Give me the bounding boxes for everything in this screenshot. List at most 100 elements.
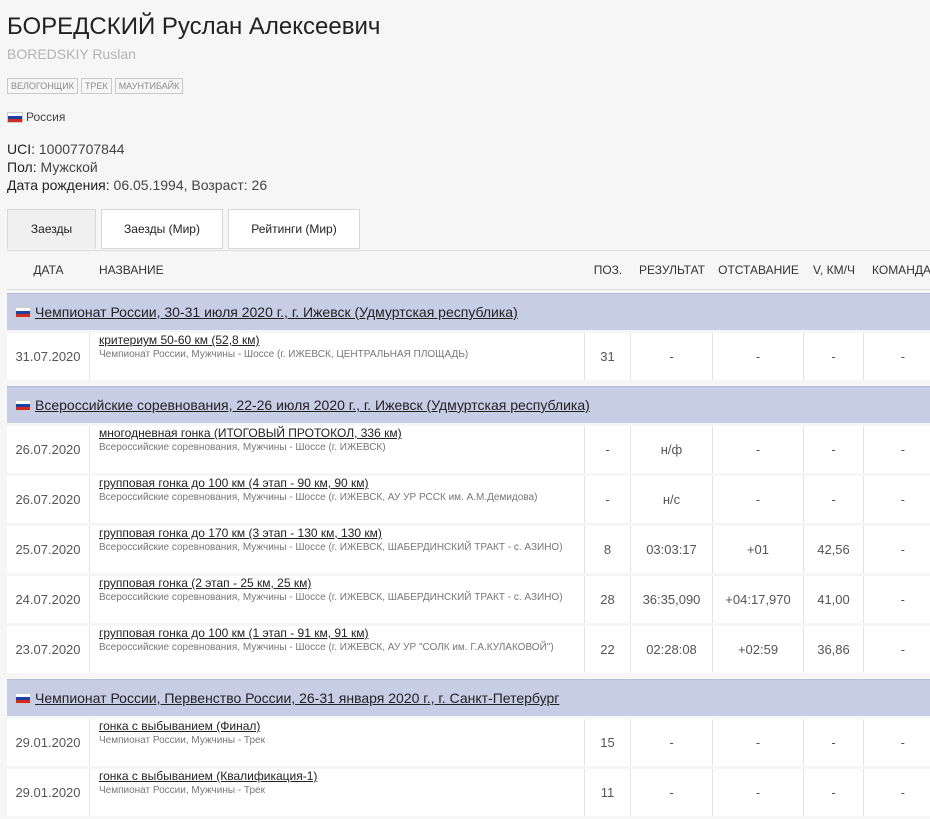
cell-date: 29.01.2020 bbox=[7, 719, 90, 766]
cell-result: 02:28:08 bbox=[631, 626, 713, 673]
cell-result: - bbox=[631, 333, 713, 380]
tab-races-world[interactable]: Заезды (Мир) bbox=[101, 209, 223, 249]
cell-speed: 42,56 bbox=[804, 526, 864, 573]
birth-label: Дата рождения: bbox=[7, 177, 110, 193]
competition-header: Чемпионат России, 30-31 июля 2020 г., г.… bbox=[7, 293, 930, 330]
cell-speed: - bbox=[804, 333, 864, 380]
cell-name: многодневная гонка (ИТОГОВЫЙ ПРОТОКОЛ, 3… bbox=[90, 426, 585, 473]
race-link[interactable]: гонка с выбыванием (Финал) bbox=[99, 719, 260, 733]
cell-date: 24.07.2020 bbox=[7, 576, 90, 623]
table-row: 31.07.2020 критериум 50-60 км (52,8 км) Че… bbox=[7, 333, 930, 383]
race-link[interactable]: гонка с выбыванием (Квалификация-1) bbox=[99, 769, 317, 783]
athlete-name: БОРЕДСКИЙ Руслан Алексеевич bbox=[7, 13, 381, 40]
competition-header: Чемпионат России, Первенство России, 26-… bbox=[7, 679, 930, 716]
competition-link[interactable]: Чемпионат России, Первенство России, 26-… bbox=[35, 690, 559, 706]
cell-date: 26.07.2020 bbox=[7, 476, 90, 523]
cell-gap: - bbox=[713, 476, 804, 523]
race-link[interactable]: групповая гонка до 170 км (3 этап - 130 … bbox=[99, 526, 382, 540]
cell-team: - bbox=[900, 642, 905, 657]
country: Россия bbox=[7, 110, 65, 124]
gender-info: Пол: Мужской bbox=[7, 159, 98, 175]
table-row: 26.07.2020 групповая гонка до 100 км (4 э… bbox=[7, 476, 930, 526]
cell-date: 26.07.2020 bbox=[7, 426, 90, 473]
cell-gap: +02:59 bbox=[713, 626, 804, 673]
race-link[interactable]: групповая гонка (2 этап - 25 км, 25 км) bbox=[99, 576, 311, 590]
cell-team: - bbox=[900, 785, 905, 800]
cell-name: критериум 50-60 км (52,8 км) Чемпионат Ро… bbox=[90, 333, 585, 380]
cell-gap: - bbox=[713, 426, 804, 473]
cell-result: 36:35,090 bbox=[631, 576, 713, 623]
cell-name: групповая гонка до 100 км (1 этап - 91 к… bbox=[90, 626, 585, 673]
cell-gap: +04:17,970 bbox=[713, 576, 804, 623]
competition-link[interactable]: Всероссийские соревнования, 22-26 июля 2… bbox=[35, 397, 590, 413]
table-row: 26.07.2020 многодневная гонка (ИТОГОВЫЙ П… bbox=[7, 426, 930, 476]
tag-track[interactable]: ТРЕК bbox=[80, 78, 112, 94]
header-name[interactable]: НАЗВАНИЕ bbox=[90, 263, 585, 277]
cell-team: - bbox=[900, 542, 905, 557]
cell-pos: 28 bbox=[585, 576, 631, 623]
birth-value: 06.05.1994, Возраст: 26 bbox=[113, 177, 268, 193]
cell-name: групповая гонка до 100 км (4 этап - 90 к… bbox=[90, 476, 585, 523]
cell-name: групповая гонка (2 этап - 25 км, 25 км) В… bbox=[90, 576, 585, 623]
table-row: 24.07.2020 групповая гонка (2 этап - 25 к… bbox=[7, 576, 930, 626]
cell-team: - bbox=[900, 592, 905, 607]
cell-speed: - bbox=[804, 426, 864, 473]
race-details: Всероссийские соревнования, Мужчины - Шо… bbox=[99, 642, 554, 653]
cell-speed: - bbox=[804, 476, 864, 523]
cell-name: групповая гонка до 170 км (3 этап - 130 … bbox=[90, 526, 585, 573]
header-team[interactable]: КОМАНДА bbox=[864, 263, 930, 277]
cell-date: 31.07.2020 bbox=[7, 333, 90, 380]
race-details: Чемпионат России, Мужчины - Шоссе (г. ИЖ… bbox=[99, 349, 469, 360]
cell-name: гонка с выбыванием (Финал) Чемпионат Росс… bbox=[90, 719, 585, 766]
uci-info: UCI: 10007707844 bbox=[7, 141, 125, 157]
tag-mtb[interactable]: МАУНТИБАЙК bbox=[114, 78, 184, 94]
uci-label: UCI: bbox=[7, 141, 35, 157]
table-header: ДАТА НАЗВАНИЕ ПОЗ. РЕЗУЛЬТАТ ОТСТАВАНИЕ … bbox=[7, 251, 930, 290]
birth-info: Дата рождения: 06.05.1994, Возраст: 26 bbox=[7, 177, 267, 193]
header-speed[interactable]: V, КМ/Ч bbox=[804, 263, 864, 277]
header-date[interactable]: ДАТА bbox=[7, 263, 90, 277]
cell-pos: 31 bbox=[585, 333, 631, 380]
cell-result: н/с bbox=[631, 476, 713, 523]
russia-flag-icon bbox=[15, 306, 31, 318]
country-label: Россия bbox=[26, 110, 66, 124]
cell-speed: - bbox=[804, 769, 864, 816]
cell-speed: - bbox=[804, 719, 864, 766]
header-pos[interactable]: ПОЗ. bbox=[585, 263, 631, 277]
results-body: Чемпионат России, 30-31 июля 2020 г., г.… bbox=[7, 293, 930, 819]
cell-date: 29.01.2020 bbox=[7, 769, 90, 816]
gender-value: Мужской bbox=[40, 159, 98, 175]
cell-result: 03:03:17 bbox=[631, 526, 713, 573]
tab-ratings-world[interactable]: Рейтинги (Мир) bbox=[228, 209, 360, 249]
gender-label: Пол: bbox=[7, 159, 37, 175]
cell-result: - bbox=[631, 769, 713, 816]
cell-result: н/ф bbox=[631, 426, 713, 473]
race-link[interactable]: критериум 50-60 км (52,8 км) bbox=[99, 333, 260, 347]
cell-result: - bbox=[631, 719, 713, 766]
competition-header: Всероссийские соревнования, 22-26 июля 2… bbox=[7, 386, 930, 423]
tab-races[interactable]: Заезды bbox=[7, 209, 96, 249]
table-row: 29.01.2020 гонка с выбыванием (Финал) Чемп… bbox=[7, 719, 930, 769]
russia-flag-icon bbox=[15, 692, 31, 704]
cell-pos: 15 bbox=[585, 719, 631, 766]
cell-pos: 22 bbox=[585, 626, 631, 673]
race-link[interactable]: групповая гонка до 100 км (4 этап - 90 к… bbox=[99, 476, 369, 490]
race-details: Всероссийские соревнования, Мужчины - Шо… bbox=[99, 592, 563, 603]
header-gap[interactable]: ОТСТАВАНИЕ bbox=[713, 263, 804, 277]
competition-link[interactable]: Чемпионат России, 30-31 июля 2020 г., г.… bbox=[35, 304, 518, 320]
header-result[interactable]: РЕЗУЛЬТАТ bbox=[631, 263, 713, 277]
cell-date: 25.07.2020 bbox=[7, 526, 90, 573]
race-details: Чемпионат России, Мужчины - Трек bbox=[99, 735, 265, 746]
russia-flag-icon bbox=[15, 399, 31, 411]
cell-pos: - bbox=[585, 426, 631, 473]
cell-gap: - bbox=[713, 769, 804, 816]
tag-cyclist[interactable]: ВЕЛОГОНЩИК bbox=[7, 78, 78, 94]
cell-date: 23.07.2020 bbox=[7, 626, 90, 673]
athlete-latin-name: BOREDSKIY Ruslan bbox=[7, 46, 136, 62]
table-row: 25.07.2020 групповая гонка до 170 км (3 э… bbox=[7, 526, 930, 576]
cell-team: - bbox=[900, 349, 905, 364]
race-link[interactable]: многодневная гонка (ИТОГОВЫЙ ПРОТОКОЛ, 3… bbox=[99, 426, 402, 440]
cell-gap: - bbox=[713, 333, 804, 380]
race-details: Всероссийские соревнования, Мужчины - Шо… bbox=[99, 442, 386, 453]
race-link[interactable]: групповая гонка до 100 км (1 этап - 91 к… bbox=[99, 626, 369, 640]
